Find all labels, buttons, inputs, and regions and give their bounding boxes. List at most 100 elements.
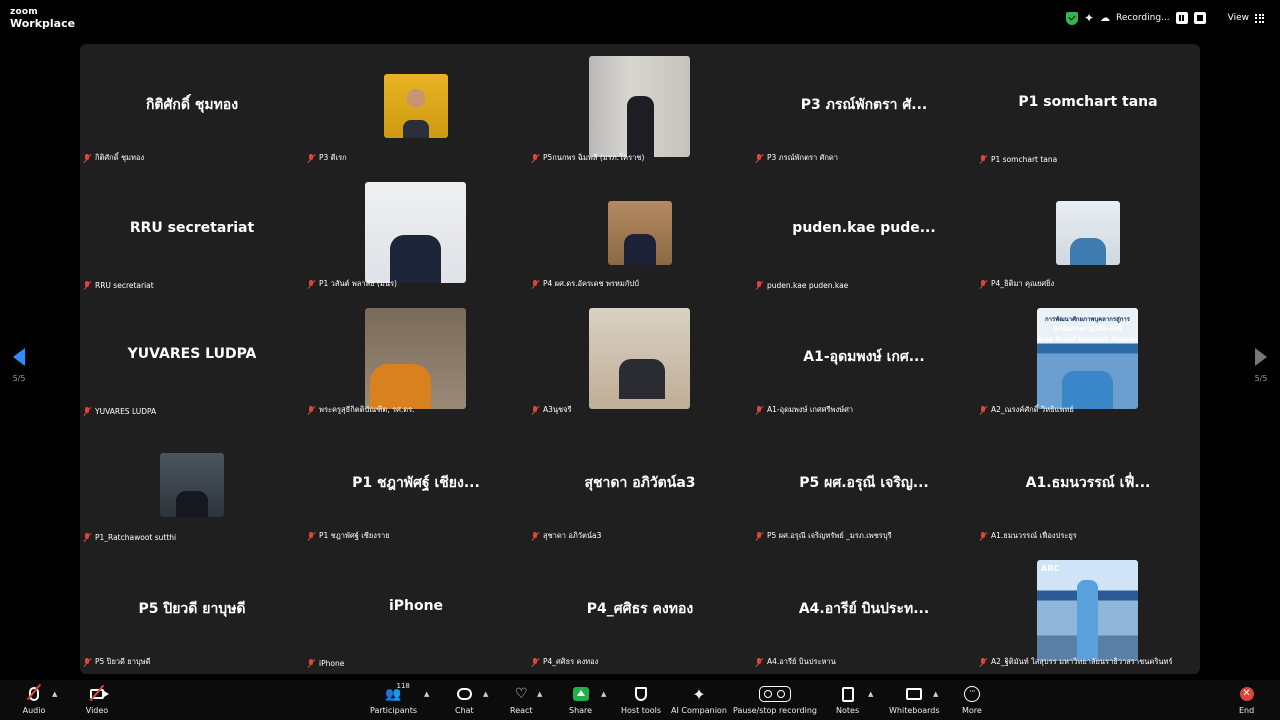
end-meeting-icon: ✕: [1239, 687, 1254, 701]
mic-muted-icon: [979, 657, 988, 667]
participant-tile[interactable]: P5 ปิยวดี ยาบุษดี P5 ปิยวดี ยาบุษดี: [80, 548, 304, 674]
stop-recording-icon[interactable]: [1193, 12, 1206, 24]
participant-tile[interactable]: YUVARES LUDPA YUVARES LUDPA: [80, 296, 304, 422]
whiteboards-button[interactable]: Whiteboards: [889, 684, 940, 715]
share-button[interactable]: Share: [569, 684, 592, 715]
participant-video: [1056, 201, 1120, 265]
host-tools-button[interactable]: Host tools: [621, 684, 661, 715]
participants-caret-icon[interactable]: ▲: [424, 690, 429, 698]
participant-tile[interactable]: RRU secretariat RRU secretariat: [80, 170, 304, 296]
title-bar-controls: ✦ ☁ Recording... View: [1065, 10, 1264, 26]
participant-name: A2_ณรงค์ศักดิ์ วิหธิแพทย์: [991, 405, 1074, 414]
grid-view-icon[interactable]: [1255, 13, 1264, 23]
arrow-right-icon[interactable]: [1255, 348, 1267, 366]
mic-muted-icon: [307, 153, 316, 163]
participant-name-label: puden.kae puden.kae: [755, 281, 848, 290]
participant-tile[interactable]: A1-อุดมพงษ์ เกศ... A1-อุดมพงษ์ เกศศรีพงษ…: [752, 296, 976, 422]
pause-recording-icon[interactable]: [1175, 12, 1188, 24]
more-button[interactable]: ··· More: [962, 684, 982, 715]
participant-tile[interactable]: P1 วสันต์ พลาสัย (มนร): [304, 170, 528, 296]
ai-companion-sparkle-icon[interactable]: ✦: [1084, 11, 1094, 25]
participant-display-name: A1-อุดมพงษ์ เกศ...: [803, 349, 925, 365]
view-button[interactable]: View: [1228, 13, 1249, 23]
participant-tile[interactable]: iPhone iPhone: [304, 548, 528, 674]
chat-button[interactable]: Chat: [455, 684, 474, 715]
participant-tile[interactable]: A1.ธมนวรรณ์ เฟื่... A1.ธมนวรรณ์ เฟื่องปร…: [976, 422, 1200, 548]
participant-tile[interactable]: P4_ธิติมา คุณยศยิ่ง: [976, 170, 1200, 296]
participant-tile[interactable]: puden.kae pude... puden.kae puden.kae: [752, 170, 976, 296]
mic-muted-icon: [531, 531, 540, 541]
end-meeting-button[interactable]: ✕ End: [1239, 684, 1254, 715]
next-page-nav[interactable]: 5/5: [1246, 348, 1276, 383]
more-label: More: [962, 706, 982, 715]
participant-name: RRU secretariat: [95, 281, 154, 290]
participant-tile[interactable]: P1 somchart tana P1 somchart tana: [976, 44, 1200, 170]
share-caret-icon[interactable]: ▲: [601, 690, 606, 698]
mic-muted-icon: [531, 657, 540, 667]
participant-tile[interactable]: P1_Ratchawoot sutthi: [80, 422, 304, 548]
participants-button[interactable]: 👥 118 Participants: [370, 682, 417, 715]
participants-label: Participants: [370, 706, 417, 715]
mic-muted-icon: [307, 659, 316, 668]
participant-name-label: P3 ตีเรก: [307, 152, 347, 164]
participant-display-name: กิติศักดิ์ ชุมทอง: [145, 97, 239, 113]
participant-tile[interactable]: P5กนกพร ฉิมพลี (มรภ.โคราช): [528, 44, 752, 170]
participant-tile[interactable]: A4.อารีย์ บินประท... A4.อารีย์ บินประหาน: [752, 548, 976, 674]
participant-tile[interactable]: P4 ผศ.ดร.อัครเดช พรหมกัปป์: [528, 170, 752, 296]
notes-button[interactable]: Notes: [836, 684, 859, 715]
participant-tile[interactable]: สุชาดา อภิวัตน์a3 สุชาดา อภิวัตน์a3: [528, 422, 752, 548]
mic-muted-icon: [755, 405, 764, 415]
previous-page-nav[interactable]: 5/5: [4, 348, 34, 383]
participant-tile[interactable]: P5 ผศ.อรุณี เจริญ... P5 ผศ.อรุณี เจริญทร…: [752, 422, 976, 548]
participant-tile[interactable]: A3นุชจรี: [528, 296, 752, 422]
mic-muted-icon: [979, 155, 988, 164]
host-tools-label: Host tools: [621, 706, 662, 715]
video-button[interactable]: Video: [85, 684, 109, 715]
participant-video: [160, 453, 224, 517]
participant-display-name: P3 ภรณ์พักตรา ศั...: [800, 97, 928, 113]
arrow-left-icon[interactable]: [13, 348, 25, 366]
react-button[interactable]: ♡ React: [510, 684, 533, 715]
audio-options-caret-icon[interactable]: ▲: [52, 690, 57, 698]
participant-tile[interactable]: P4_ศศิธร คงทอง P4_ศศิธร คงทอง: [528, 548, 752, 674]
participant-name: P3 ตีเรก: [319, 153, 347, 162]
audio-button[interactable]: Audio: [22, 683, 46, 715]
notes-caret-icon[interactable]: ▲: [868, 690, 873, 698]
logo-line1: zoom: [10, 7, 38, 17]
participant-tile[interactable]: P1 ชฎาพัศฐ์ เชียง... P1 ชฎาพัศฐ์ เชียงรา…: [304, 422, 528, 548]
participant-name: YUVARES LUDPA: [95, 407, 157, 416]
chat-bubble-icon: [456, 688, 472, 700]
mic-muted-icon: [307, 279, 316, 289]
encryption-shield-icon[interactable]: [1065, 11, 1078, 25]
participant-name-label: พระครูสุธีกิตติบัณฑิต, รศ.ดร.: [307, 404, 415, 416]
participant-tile[interactable]: กิติศักดิ์ ชุมทอง กิติศักดิ์ ชุมทอง: [80, 44, 304, 170]
participant-video: การพัฒนาศักยภาพบุคลากรสู่การ นักจัดการงา…: [1037, 308, 1138, 409]
participant-tile[interactable]: P3 ภรณ์พักตรา ศั... P3 ภรณ์พักตรา ศักดา: [752, 44, 976, 170]
participant-display-name: puden.kae pude...: [792, 220, 936, 236]
participant-name-label: P1_Ratchawoot sutthi: [83, 533, 176, 542]
participant-video: [365, 308, 466, 409]
pause-stop-recording-button[interactable]: Pause/stop recording: [733, 684, 817, 715]
participant-tile[interactable]: พระครูสุธีกิตติบัณฑิต, รศ.ดร.: [304, 296, 528, 422]
participant-tile[interactable]: ARC A2_ฐิติมันท์ ใสสุบรร มหาวิทยาลัยนราธ…: [976, 548, 1200, 674]
chat-caret-icon[interactable]: ▲: [483, 690, 488, 698]
participant-tile[interactable]: P3 ตีเรก: [304, 44, 528, 170]
whiteboards-caret-icon[interactable]: ▲: [933, 690, 938, 698]
participant-name: P1_Ratchawoot sutthi: [95, 533, 177, 542]
virtual-background-caption: ARC: [1041, 564, 1060, 573]
participant-name-label: iPhone: [307, 659, 344, 668]
recording-status: Recording...: [1116, 13, 1170, 23]
ai-companion-button[interactable]: ✦ AI Companion: [671, 684, 727, 716]
chat-label: Chat: [455, 706, 474, 715]
pause-stop-recording-icon: [758, 686, 791, 702]
participant-name: พระครูสุธีกิตติบัณฑิต, รศ.ดร.: [319, 405, 415, 414]
participant-tile[interactable]: การพัฒนาศักยภาพบุคลากรสู่การ นักจัดการงา…: [976, 296, 1200, 422]
react-caret-icon[interactable]: ▲: [537, 690, 542, 698]
participant-display-name: P4_ศศิธร คงทอง: [586, 601, 694, 617]
participant-display-name: P5 ปิยวดี ยาบุษดี: [138, 601, 246, 617]
participant-name-label: A2_ฐิติมันท์ ใสสุบรร มหาวิทยาลัยนราธิวาส…: [979, 656, 1172, 668]
mic-muted-icon: [979, 531, 988, 541]
heart-icon: ♡: [515, 686, 528, 702]
video-label: Video: [85, 706, 109, 715]
title-bar: zoom Workplace ✦ ☁ Recording... View: [0, 0, 1280, 36]
